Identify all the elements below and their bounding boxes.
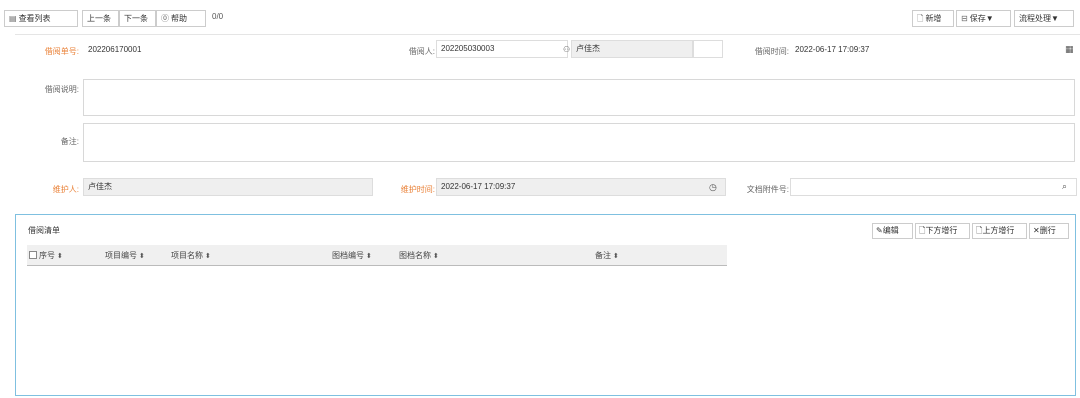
remark-textarea[interactable] (83, 123, 1075, 162)
borrow-time-label: 借阅时间: (754, 47, 789, 56)
pencil-icon: ✎ (876, 226, 883, 235)
question-circle-icon: ⓪ (161, 14, 169, 23)
next-record-button[interactable]: 下一条 (119, 10, 156, 27)
column-header-project-no[interactable]: 项目编号 ⬍ (105, 245, 145, 266)
column-header-project-name[interactable]: 项目名称 ⬍ (171, 245, 211, 266)
org-tree-icon[interactable]: ⚇ (563, 45, 570, 54)
record-counter: 0/0 (212, 12, 224, 21)
calendar-icon[interactable]: ▦ (1065, 44, 1074, 55)
description-label: 借阅说明: (44, 85, 79, 94)
file-add-icon: 🗋 (917, 14, 924, 23)
sort-icon: ⬍ (366, 253, 372, 260)
column-header-seq[interactable]: 序号 ⬍ (29, 245, 63, 266)
list-icon: ▤ (9, 14, 17, 23)
toolbar: ▤ 查看列表 上一条 下一条 ⓪ 帮助 0/0 🗋 新增 ⊟ 保存▼ 流程处理▼ (0, 0, 1080, 34)
attachment-input[interactable] (790, 178, 1077, 196)
remark-label: 备注: (60, 137, 79, 146)
maintain-time-label: 维护时间: (400, 185, 435, 194)
borrow-list-panel: 借阅清单 ✎编辑 🗋下方增行 🗋上方增行 ✕删行 序号 ⬍ 项目编号 ⬍ 项目名称 ⬍… (15, 214, 1076, 396)
borrow-form: 借阅单号: 202206170001 借阅人: 202205030003 ⚇ 卢… (15, 34, 1080, 201)
borrower-name-field: 卢佳杰 (571, 40, 693, 58)
borrower-label: 借阅人: (408, 47, 435, 56)
clock-icon[interactable]: ◷ (709, 182, 717, 193)
close-icon: ✕ (1033, 226, 1040, 235)
view-list-button[interactable]: ▤ 查看列表 (4, 10, 78, 27)
delete-row-button[interactable]: ✕删行 (1029, 223, 1069, 239)
paperclip-icon[interactable]: ⌕ (1062, 181, 1067, 192)
borrow-time-field[interactable]: 2022-06-17 17:09:37 (790, 41, 1030, 59)
sort-icon: ⬍ (613, 253, 619, 260)
sort-icon: ⬍ (433, 253, 439, 260)
maintainer-label: 维护人: (52, 185, 79, 194)
insert-below-button[interactable]: 🗋下方增行 (915, 223, 970, 239)
borrow-no-label: 借阅单号: (44, 47, 79, 56)
edit-button[interactable]: ✎编辑 (872, 223, 913, 239)
sort-icon: ⬍ (205, 253, 211, 260)
select-all-checkbox[interactable] (29, 251, 37, 259)
attachment-label: 文档附件号: (746, 185, 789, 194)
prev-record-button[interactable]: 上一条 (82, 10, 119, 27)
save-dropdown-button[interactable]: ⊟ 保存▼ (956, 10, 1011, 27)
new-button[interactable]: 🗋 新增 (912, 10, 954, 27)
borrow-no-field: 202206170001 (83, 41, 383, 59)
grid-header: 序号 ⬍ 项目编号 ⬍ 项目名称 ⬍ 图档编号 ⬍ 图档名称 ⬍ 备注 ⬍ (27, 245, 727, 266)
panel-title: 借阅清单 (28, 226, 60, 235)
help-button[interactable]: ⓪ 帮助 (156, 10, 206, 27)
workflow-dropdown-button[interactable]: 流程处理▼ (1014, 10, 1074, 27)
maintainer-field: 卢佳杰 (83, 178, 373, 196)
column-header-remark[interactable]: 备注 ⬍ (595, 245, 619, 266)
maintain-time-field: 2022-06-17 17:09:37 (436, 178, 726, 196)
sort-icon: ⬍ (57, 253, 63, 260)
column-header-doc-name[interactable]: 图档名称 ⬍ (399, 245, 439, 266)
column-header-doc-no[interactable]: 图档编号 ⬍ (332, 245, 372, 266)
save-icon: ⊟ (961, 14, 968, 23)
borrower-id-input[interactable]: 202205030003 (436, 40, 568, 58)
description-textarea[interactable] (83, 79, 1075, 116)
sort-icon: ⬍ (139, 253, 145, 260)
insert-above-button[interactable]: 🗋上方增行 (972, 223, 1027, 239)
